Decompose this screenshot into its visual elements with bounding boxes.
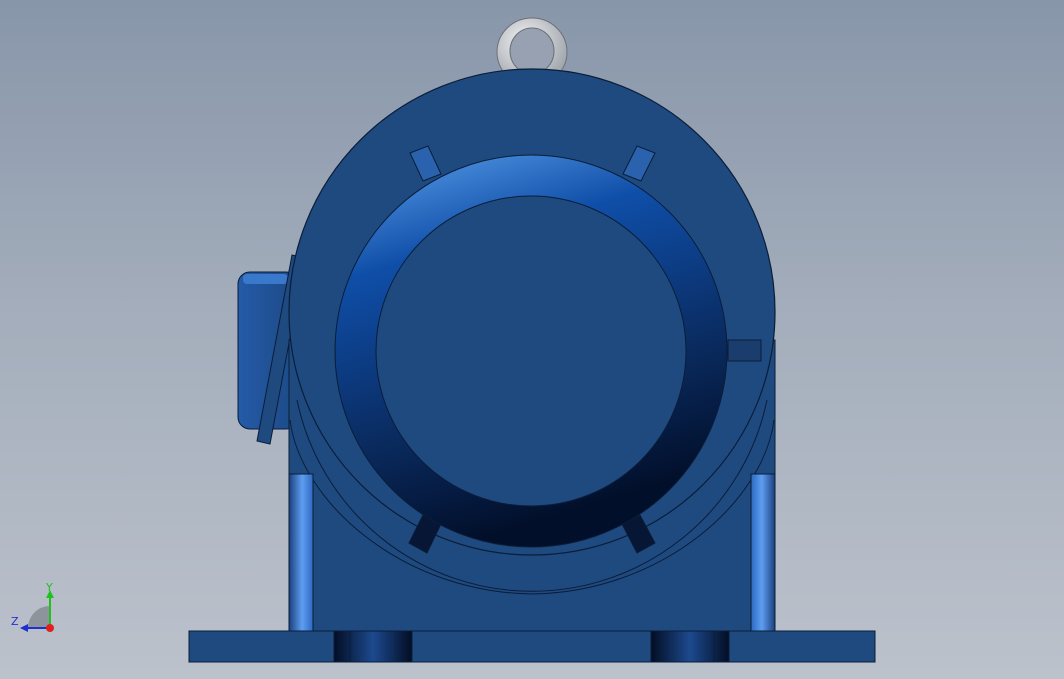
bearing-cover[interactable]: [375, 195, 687, 507]
base-plate[interactable]: [188, 630, 876, 663]
reference-triad: [20, 590, 54, 632]
triad-z-label: Z: [11, 615, 19, 628]
graphics-viewport[interactable]: Y Z: [0, 0, 1064, 679]
triad-y-label: Y: [46, 581, 53, 594]
cad-model-view[interactable]: [0, 0, 1064, 679]
